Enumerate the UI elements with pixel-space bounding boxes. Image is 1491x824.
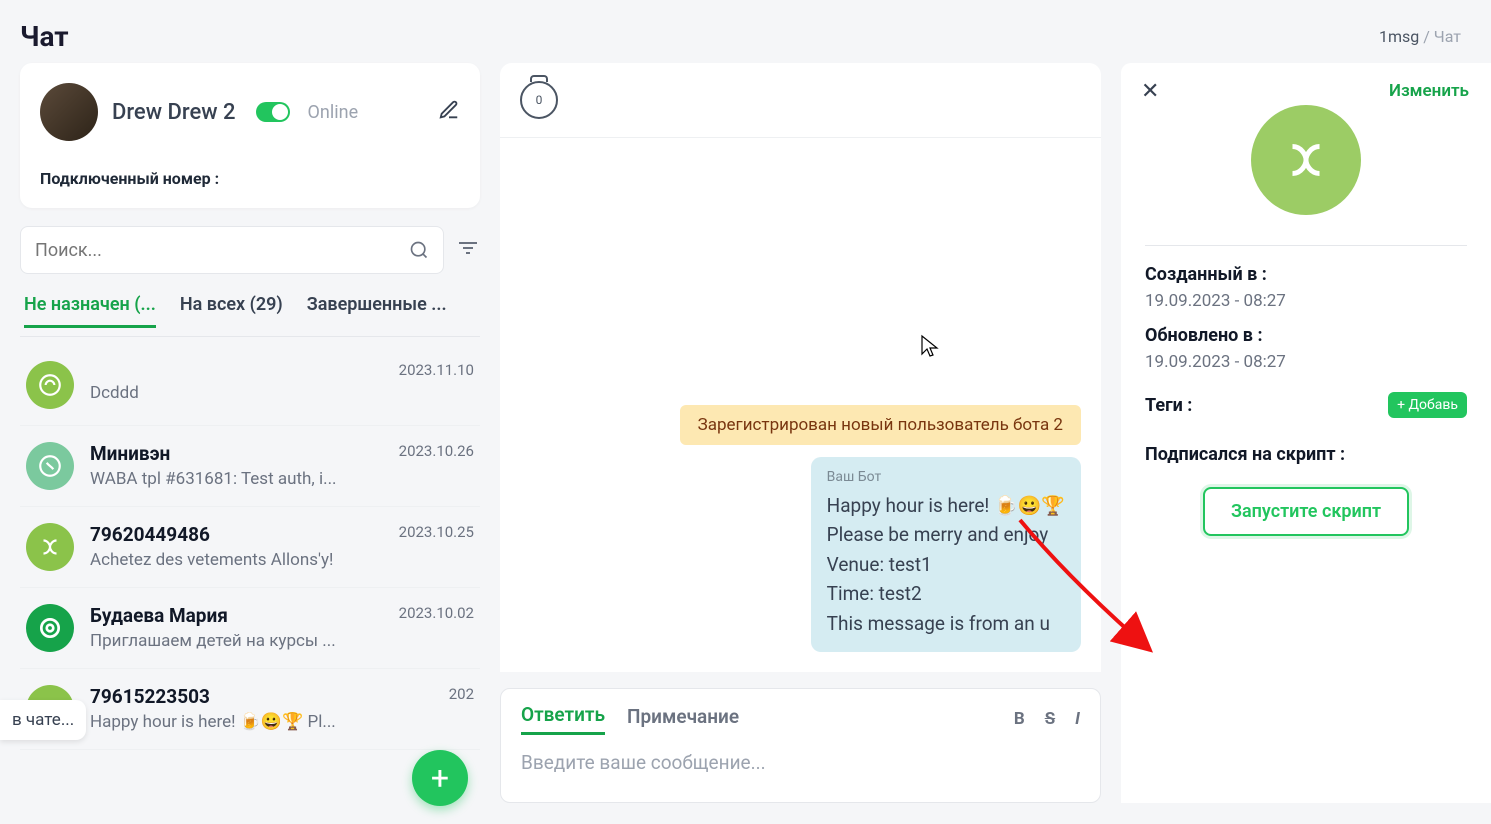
conversation-header: 0 <box>500 63 1101 138</box>
details-panel: ✕ Изменить Созданный в : 19.09.2023 - 08… <box>1121 63 1491 803</box>
connected-number-label: Подключенный номер : <box>40 169 460 188</box>
created-label: Созданный в : <box>1145 264 1467 285</box>
updated-label: Обновлено в : <box>1145 325 1467 346</box>
chat-preview: Happy hour is here! 🍺😀🏆 Pl... <box>90 712 474 732</box>
chat-avatar-icon <box>26 442 74 490</box>
italic-icon[interactable]: I <box>1075 709 1080 729</box>
message-input[interactable]: Введите ваше сообщение... <box>521 751 1080 774</box>
chat-name: 79615223503 <box>90 685 210 708</box>
script-label: Подписался на скрипт : <box>1145 444 1467 465</box>
run-script-button[interactable]: Запустите скрипт <box>1203 487 1409 536</box>
list-item[interactable]: 79615223503 202 Happy hour is here! 🍺😀🏆 P… <box>20 669 480 750</box>
chat-list: 2023.11.10 Dcddd Минивэн 2023.10.26 WABA … <box>20 345 480 803</box>
strikethrough-icon[interactable]: S <box>1045 709 1055 729</box>
online-toggle[interactable] <box>256 102 290 122</box>
filter-icon[interactable] <box>456 236 480 264</box>
tab-completed[interactable]: Завершенные ... <box>307 294 447 328</box>
add-tag-button[interactable]: + Добавь <box>1388 392 1467 418</box>
tab-all[interactable]: На всех (29) <box>180 294 283 328</box>
created-value: 19.09.2023 - 08:27 <box>1145 291 1467 311</box>
list-item[interactable]: Будаева Мария 2023.10.02 Приглашаем детей… <box>20 588 480 669</box>
updated-value: 19.09.2023 - 08:27 <box>1145 352 1467 372</box>
list-item[interactable]: 79620449486 2023.10.25 Achetez des veteme… <box>20 507 480 588</box>
system-message: Зарегистрирован новый пользователь бота … <box>680 405 1081 445</box>
composer: Ответить Примечание B S I Введите ваше с… <box>500 688 1101 803</box>
contact-avatar <box>1251 105 1361 215</box>
tab-unassigned[interactable]: Не назначен (... <box>24 294 156 328</box>
messages-area: Зарегистрирован новый пользователь бота … <box>500 138 1101 672</box>
chat-date: 2023.10.02 <box>399 604 474 627</box>
chat-avatar-icon <box>26 604 74 652</box>
message-line: Happy hour is here! 🍺😀🏆 <box>827 491 1065 520</box>
close-icon[interactable]: ✕ <box>1141 79 1159 104</box>
online-status: Online <box>308 102 359 123</box>
add-button[interactable]: + <box>412 750 468 806</box>
chat-name: Минивэн <box>90 442 170 465</box>
search-icon[interactable] <box>409 240 429 260</box>
search-box[interactable] <box>20 226 444 274</box>
bold-icon[interactable]: B <box>1014 709 1025 729</box>
message-line: Venue: test1 <box>827 550 1065 579</box>
profile-name: Drew Drew 2 <box>112 100 236 125</box>
timer-icon[interactable]: 0 <box>520 81 558 119</box>
composer-tab-note[interactable]: Примечание <box>627 705 739 734</box>
chat-preview: WABA tpl #631681: Test auth, i... <box>90 469 474 489</box>
page-title: Чат <box>20 20 69 53</box>
chat-preview: Achetez des vetements Allons'y! <box>90 550 474 570</box>
chat-tabs: Не назначен (... На всех (29) Завершенны… <box>20 294 480 337</box>
chat-preview: Приглашаем детей на курсы ... <box>90 631 474 651</box>
message-line: Time: test2 <box>827 579 1065 608</box>
message-line: Please be merry and enjoy <box>827 520 1065 549</box>
list-item[interactable]: Минивэн 2023.10.26 WABA tpl #631681: Test… <box>20 426 480 507</box>
search-input[interactable] <box>35 240 409 261</box>
message-line: This message is from an u <box>827 609 1065 638</box>
breadcrumb-current: Чат <box>1434 27 1461 46</box>
composer-tab-reply[interactable]: Ответить <box>521 703 605 735</box>
edit-link[interactable]: Изменить <box>1389 81 1469 101</box>
breadcrumb-root[interactable]: 1msg <box>1379 27 1419 46</box>
list-item[interactable]: 2023.11.10 Dcddd <box>20 345 480 426</box>
bot-label: Ваш Бот <box>827 467 1065 489</box>
chat-date: 2023.10.26 <box>399 442 474 465</box>
breadcrumb: 1msg / Чат <box>1379 27 1461 46</box>
bot-message: Ваш Бот Happy hour is here! 🍺😀🏆 Please b… <box>811 457 1081 652</box>
profile-card: Drew Drew 2 Online Подключенный номер : <box>20 63 480 208</box>
chat-date: 202 <box>449 685 474 708</box>
chat-name: 79620449486 <box>90 523 210 546</box>
chat-avatar-icon <box>26 361 74 409</box>
chat-date: 2023.11.10 <box>399 361 474 379</box>
edit-profile-icon[interactable] <box>438 99 460 125</box>
chip-fragment: в чате... <box>0 700 86 740</box>
chat-name: Будаева Мария <box>90 604 228 627</box>
avatar[interactable] <box>40 83 98 141</box>
chat-avatar-icon <box>26 523 74 571</box>
tags-label: Теги : <box>1145 395 1192 416</box>
chat-date: 2023.10.25 <box>399 523 474 546</box>
chat-preview: Dcddd <box>90 383 474 403</box>
